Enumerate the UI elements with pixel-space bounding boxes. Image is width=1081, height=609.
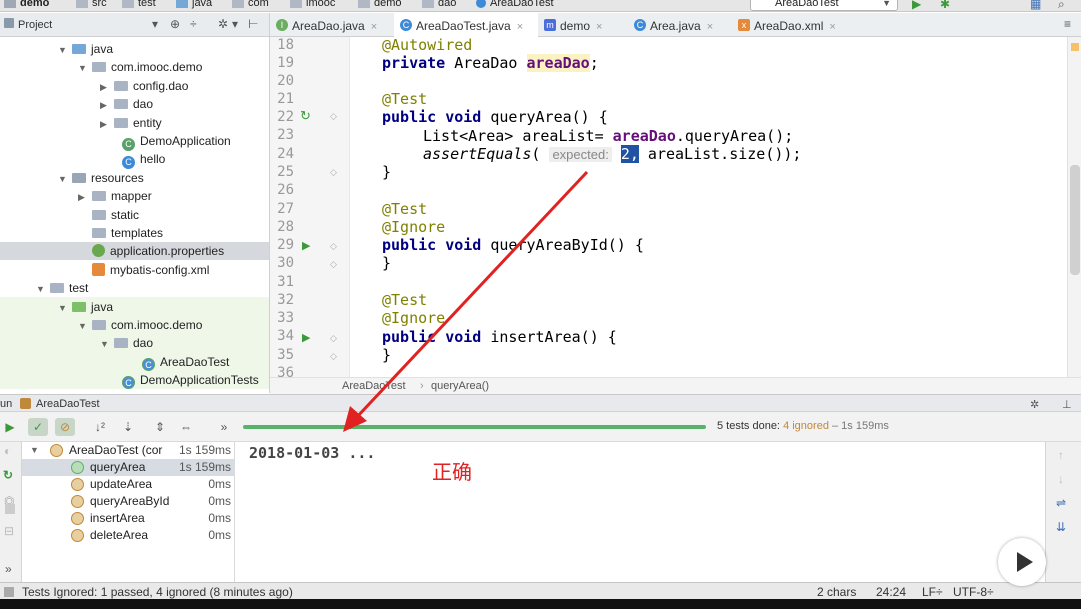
annotation-text: 正确: [432, 462, 472, 484]
status-message: Tests Ignored: 1 passed, 4 ignored (8 mi…: [22, 585, 293, 599]
play-button[interactable]: [998, 538, 1046, 586]
video-bottom-band: [0, 599, 1081, 609]
status-chars: 2 chars: [817, 585, 857, 599]
annotation-arrow-overlay: [343, 170, 589, 432]
status-bar: Tests Ignored: 1 passed, 4 ignored (8 mi…: [0, 582, 1081, 599]
tool-window-icon[interactable]: [4, 587, 14, 597]
status-position[interactable]: 24:24: [876, 585, 906, 599]
play-icon: [1017, 552, 1033, 572]
status-line-separator[interactable]: LF÷: [922, 585, 943, 599]
annotation-arrow-line: [354, 170, 589, 420]
status-encoding[interactable]: UTF-8÷: [953, 585, 994, 599]
